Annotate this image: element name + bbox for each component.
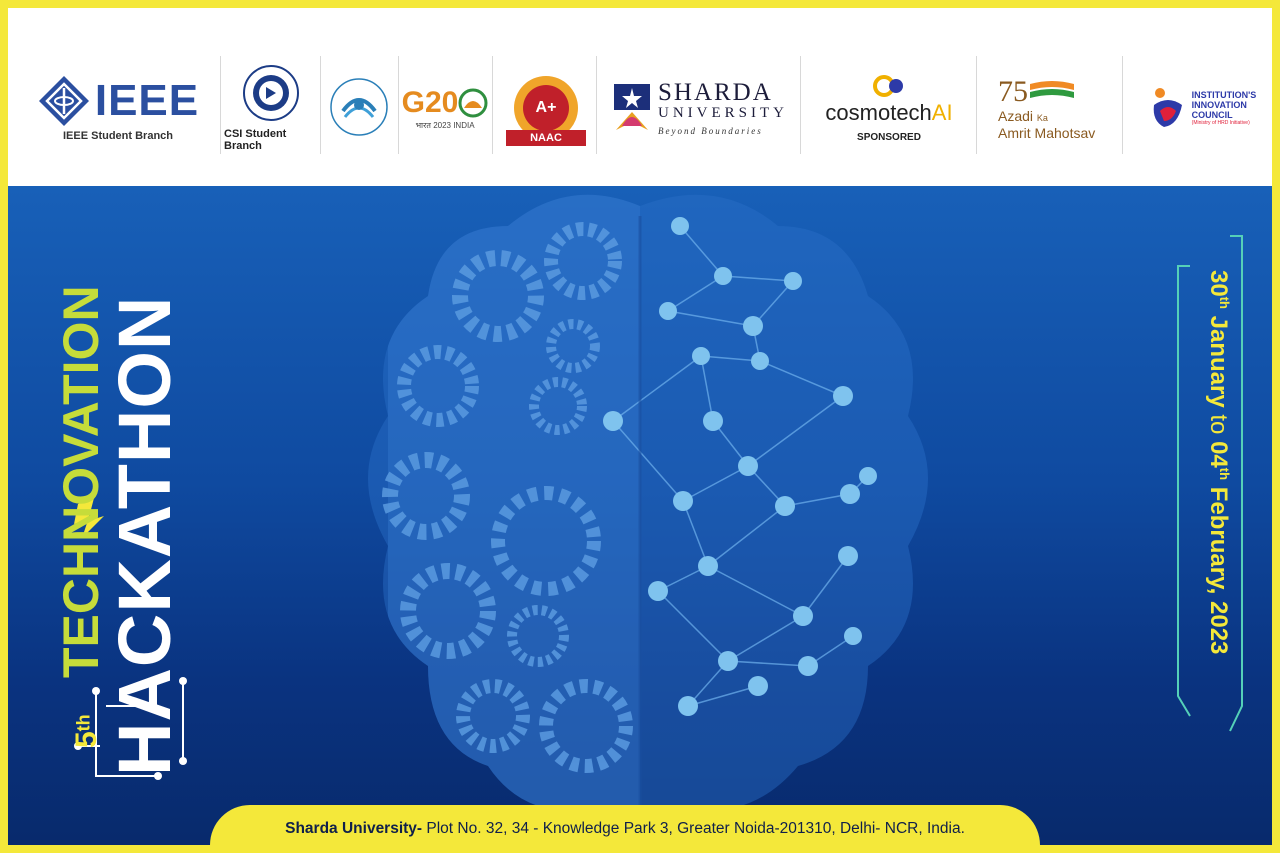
g20-logo: G20 भारत 2023 INDIA: [400, 60, 490, 156]
address-rest: Plot No. 32, 34 - Knowledge Park 3, Grea…: [422, 820, 965, 837]
event-dates: 30th January to 04th February, 2023: [1204, 270, 1232, 654]
azadi-number: 75: [998, 75, 1028, 108]
technova-seal-icon: [330, 78, 388, 136]
sponsor-logo-bar: IEEE IEEE Student Branch CSI Student Bra…: [8, 8, 1272, 186]
tricolor-flag-icon: [1030, 81, 1074, 98]
cosmotech-mark-icon: [873, 74, 903, 97]
end-day: 04: [1205, 441, 1232, 468]
edition-suffix: th: [73, 714, 94, 732]
cosmotech-ai: AI: [931, 99, 953, 125]
iic-figure-icon: [1153, 88, 1182, 127]
end-month-year: February, 2023: [1205, 486, 1232, 655]
cosmotech-logo: cosmotech AI SPONSORED: [806, 60, 972, 156]
iic-logo: INSTITUTION'S INNOVATION COUNCIL (Minist…: [1142, 60, 1262, 156]
sharda-logo: SHARDA UNIVERSITY Beyond Boundaries: [608, 60, 792, 156]
iic-line1: INSTITUTION'S: [1191, 90, 1257, 100]
date-connector: to: [1205, 414, 1232, 435]
sharda-line1: SHARDA: [658, 78, 773, 106]
address-bold: Sharda University-: [285, 820, 423, 837]
technova-logo: [322, 60, 396, 156]
brain-illustration: [74, 194, 1243, 821]
poster: IEEE IEEE Student Branch CSI Student Bra…: [0, 0, 1280, 853]
g20-wordmark: G20: [401, 85, 459, 119]
start-suffix: th: [1217, 296, 1232, 309]
end-suffix: th: [1217, 467, 1232, 481]
sharda-crest-icon: [614, 84, 650, 130]
iic-line3: COUNCIL: [1191, 110, 1233, 120]
cosmotech-wordmark: cosmotech: [825, 99, 932, 125]
sharda-tagline: Beyond Boundaries: [658, 125, 763, 136]
address-banner: Sharda University- Plot No. 32, 34 - Kno…: [210, 805, 1040, 853]
naac-label: NAAC: [530, 132, 562, 144]
technovation-text: TECHNOVATION: [53, 285, 109, 678]
azadi-logo: 75 Azadi Ka Amrit Mahotsav: [998, 60, 1118, 156]
cosmotech-caption: SPONSORED: [857, 131, 921, 143]
naac-logo: A+ NAAC: [498, 60, 594, 156]
ieee-wordmark: IEEE: [94, 76, 200, 125]
csi-logo: CSI Student Branch: [224, 60, 318, 156]
lotus-icon: [458, 88, 488, 117]
azadi-line2: Amrit Mahotsav: [998, 125, 1096, 141]
hackathon-title: HACKATHON: [102, 296, 187, 776]
ieee-caption: IEEE Student Branch: [62, 130, 174, 142]
csi-caption: CSI Student Branch: [224, 128, 287, 152]
naac-grade: A+: [535, 99, 557, 116]
ieee-logo: IEEE IEEE Student Branch: [18, 60, 218, 156]
azadi-line1: Azadi: [998, 108, 1034, 124]
hackathon-text: HACKATHON: [103, 295, 186, 776]
main-panel: 5th TECHNOVATION HACKATHON 30th January …: [8, 186, 1272, 845]
start-month: January: [1205, 315, 1232, 408]
iic-line4: (Ministry of HRD Initiative): [1191, 120, 1250, 126]
start-day: 30: [1205, 270, 1232, 297]
edition-number: 5: [70, 731, 103, 748]
ieee-diamond-icon: [38, 76, 89, 126]
iic-line2: INNOVATION: [1191, 100, 1247, 110]
csi-seal-icon: [243, 65, 299, 121]
g20-subtitle: भारत 2023 INDIA: [415, 120, 475, 130]
edition-label: 5th: [70, 714, 104, 748]
sharda-line2: UNIVERSITY: [658, 104, 788, 121]
azadi-ka: Ka: [1036, 113, 1048, 123]
